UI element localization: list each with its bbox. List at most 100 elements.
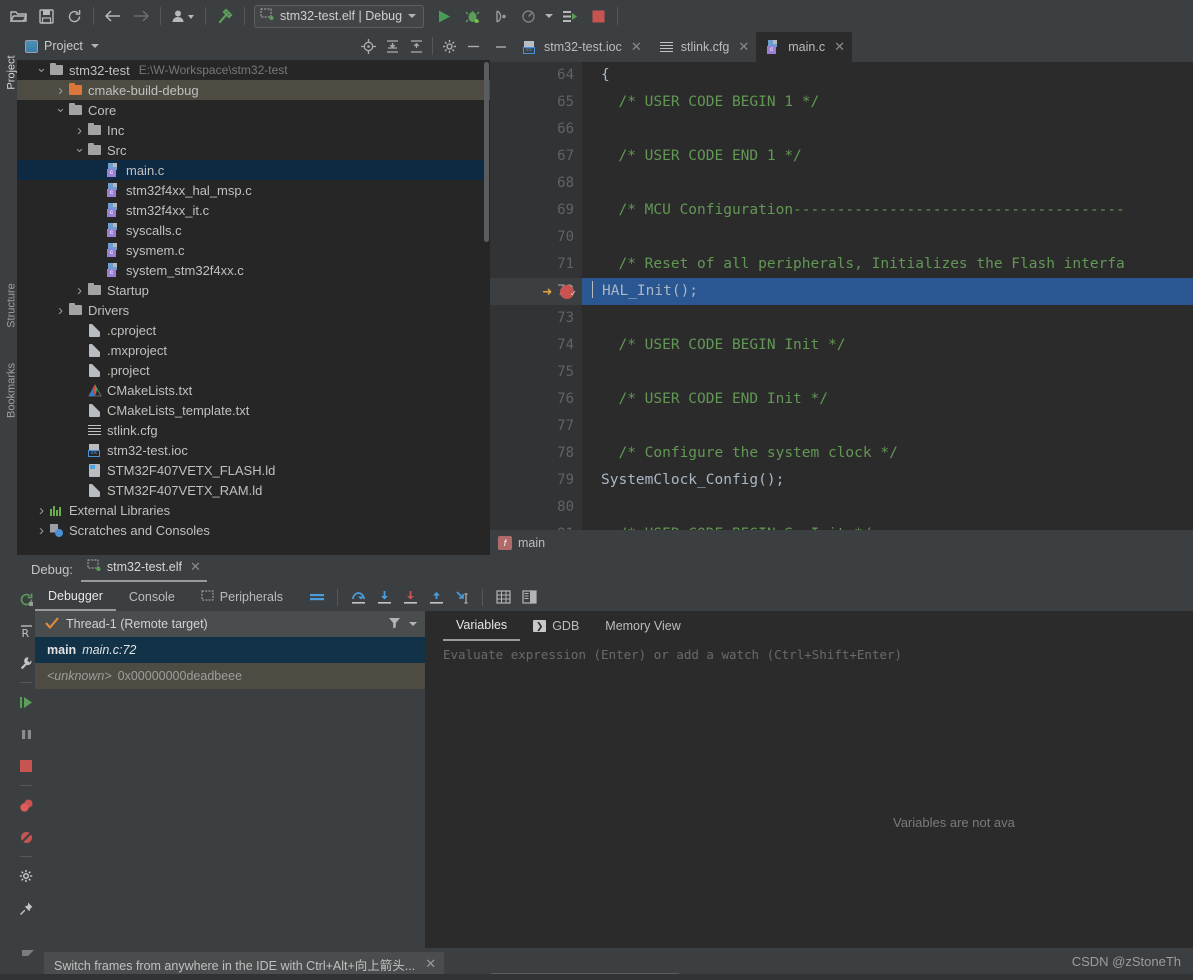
- chevron-right-icon[interactable]: [54, 83, 67, 98]
- gutter-line-73[interactable]: 73: [490, 305, 582, 332]
- run-to-cursor-green-icon[interactable]: [17, 686, 35, 718]
- gutter-line-78[interactable]: 78: [490, 440, 582, 467]
- hide-editor-icon[interactable]: [490, 32, 512, 62]
- tree-node--mxproject[interactable]: .mxproject: [17, 340, 490, 360]
- code-line-76[interactable]: /* USER CODE END Init */: [582, 386, 1193, 413]
- editor-code-lines[interactable]: { /* USER CODE BEGIN 1 */ /* USER CODE E…: [582, 62, 1193, 530]
- chevron-down-icon[interactable]: [73, 144, 86, 157]
- code-line-74[interactable]: /* USER CODE BEGIN Init */: [582, 332, 1193, 359]
- step-out-icon[interactable]: [423, 584, 449, 610]
- code-line-70[interactable]: [582, 224, 1193, 251]
- debug-session-tab[interactable]: stm32-test.elf ✕: [80, 556, 207, 582]
- gutter-line-81[interactable]: 81: [490, 521, 582, 530]
- chevron-down-icon[interactable]: [54, 104, 67, 117]
- tree-node-stm32f4xx-hal-msp-c[interactable]: c stm32f4xx_hal_msp.c: [17, 180, 490, 200]
- tree-node-stm32-test-ioc[interactable]: ioc stm32-test.ioc: [17, 440, 490, 460]
- close-icon[interactable]: ✕: [190, 559, 201, 575]
- tree-node-startup[interactable]: Startup: [17, 280, 490, 300]
- step-over-icon[interactable]: [345, 584, 371, 610]
- code-line-67[interactable]: /* USER CODE END 1 */: [582, 143, 1193, 170]
- editor-tab-main-c[interactable]: c main.c ✕: [756, 32, 852, 62]
- code-line-68[interactable]: [582, 170, 1193, 197]
- hide-panel-icon[interactable]: [462, 35, 484, 57]
- settings-gear-icon[interactable]: [17, 860, 35, 892]
- gutter-line-71[interactable]: 71: [490, 251, 582, 278]
- close-icon[interactable]: ✕: [738, 39, 749, 55]
- tree-node-cmakelists-txt[interactable]: CMakeLists.txt: [17, 380, 490, 400]
- code-line-81[interactable]: /* USER CODE BEGIN SysInit */: [582, 521, 1193, 530]
- run-button[interactable]: [430, 3, 458, 29]
- code-line-66[interactable]: [582, 116, 1193, 143]
- code-line-80[interactable]: [582, 494, 1193, 521]
- tab-debugger[interactable]: Debugger: [35, 583, 116, 611]
- gutter-line-67[interactable]: 67: [490, 143, 582, 170]
- chevron-right-icon[interactable]: [35, 523, 48, 538]
- run-to-cursor-icon[interactable]: [449, 584, 475, 610]
- tab-memory-view[interactable]: Memory View: [592, 611, 693, 641]
- tree-node--cproject[interactable]: .cproject: [17, 320, 490, 340]
- tree-node-cmake-build-debug[interactable]: cmake-build-debug: [17, 80, 490, 100]
- code-line-69[interactable]: /* MCU Configuration--------------------…: [582, 197, 1193, 224]
- tab-console[interactable]: Console: [116, 583, 188, 611]
- tab-peripherals[interactable]: Peripherals: [188, 583, 296, 611]
- tree-node-sysmem-c[interactable]: c sysmem.c: [17, 240, 490, 260]
- stack-frame-row[interactable]: <unknown> 0x00000000deadbeee: [35, 663, 425, 689]
- tree-node-drivers[interactable]: Drivers: [17, 300, 490, 320]
- editor-tab-stlink-cfg[interactable]: stlink.cfg ✕: [649, 32, 757, 62]
- gutter-line-69[interactable]: 69: [490, 197, 582, 224]
- chevron-down-icon[interactable]: [35, 64, 48, 77]
- gutter-line-68[interactable]: 68: [490, 170, 582, 197]
- close-icon[interactable]: ✕: [425, 956, 436, 972]
- tree-node-external-libraries[interactable]: External Libraries: [17, 500, 490, 520]
- gutter-line-77[interactable]: 77: [490, 413, 582, 440]
- status-hint[interactable]: Switch frames from anywhere in the IDE w…: [44, 952, 445, 976]
- gutter-line-72[interactable]: 72➜: [490, 278, 582, 308]
- profile-icon[interactable]: [556, 3, 584, 29]
- thread-selector[interactable]: Thread-1 (Remote target): [35, 611, 425, 637]
- settings-gear-icon[interactable]: [438, 35, 460, 57]
- chevron-right-icon[interactable]: [35, 503, 48, 518]
- tree-node-scratches-and-consoles[interactable]: Scratches and Consoles: [17, 520, 490, 540]
- coverage-icon[interactable]: [514, 3, 542, 29]
- filter-icon[interactable]: [388, 616, 401, 632]
- chevron-right-icon[interactable]: [54, 303, 67, 318]
- tree-node-cmakelists-template-txt[interactable]: CMakeLists_template.txt: [17, 400, 490, 420]
- collapse-all-icon[interactable]: [405, 35, 427, 57]
- stop-button[interactable]: [584, 3, 612, 29]
- tab-variables[interactable]: Variables: [443, 611, 521, 641]
- build-hammer-icon[interactable]: [211, 3, 239, 29]
- code-line-75[interactable]: [582, 359, 1193, 386]
- mute-breakpoints-icon[interactable]: [17, 821, 35, 853]
- run-configuration-selector[interactable]: stm32-test.elf | Debug: [254, 4, 425, 28]
- rerun-icon[interactable]: [17, 583, 35, 615]
- tree-scrollbar[interactable]: [484, 62, 489, 242]
- gutter-line-79[interactable]: 79: [490, 467, 582, 494]
- breadcrumb-function-name[interactable]: main: [518, 536, 545, 550]
- tree-node-stm32-test[interactable]: stm32-test E:\W-Workspace\stm32-test: [17, 60, 490, 80]
- tree-node-stm32f4xx-it-c[interactable]: c stm32f4xx_it.c: [17, 200, 490, 220]
- locate-icon[interactable]: [357, 35, 379, 57]
- code-line-77[interactable]: [582, 413, 1193, 440]
- close-icon[interactable]: ✕: [834, 39, 845, 55]
- tree-node-core[interactable]: Core: [17, 100, 490, 120]
- tab-gdb[interactable]: ❯ GDB: [520, 611, 592, 641]
- evaluate-expression-icon[interactable]: [490, 584, 516, 610]
- debug-button[interactable]: [458, 3, 486, 29]
- attach-debugger-icon[interactable]: [486, 3, 514, 29]
- coverage-dropdown-icon[interactable]: [542, 3, 556, 29]
- sync-icon[interactable]: [60, 3, 88, 29]
- resume-program-icon[interactable]: R: [17, 615, 35, 647]
- tree-node--project[interactable]: .project: [17, 360, 490, 380]
- tree-node-main-c[interactable]: c main.c: [17, 160, 490, 180]
- back-icon[interactable]: [99, 3, 127, 29]
- gutter-line-66[interactable]: 66: [490, 116, 582, 143]
- tree-node-stm32f407vetx-ram-ld[interactable]: STM32F407VETX_RAM.ld: [17, 480, 490, 500]
- pause-icon[interactable]: [17, 718, 35, 750]
- chevron-right-icon[interactable]: [73, 283, 86, 298]
- tree-node-src[interactable]: Src: [17, 140, 490, 160]
- close-icon[interactable]: ✕: [631, 39, 642, 55]
- settings-wrench-icon[interactable]: [17, 647, 35, 679]
- code-line-72[interactable]: HAL_Init();: [582, 278, 1193, 305]
- project-tree[interactable]: stm32-test E:\W-Workspace\stm32-test cmake…: [17, 60, 490, 555]
- gutter-line-74[interactable]: 74: [490, 332, 582, 359]
